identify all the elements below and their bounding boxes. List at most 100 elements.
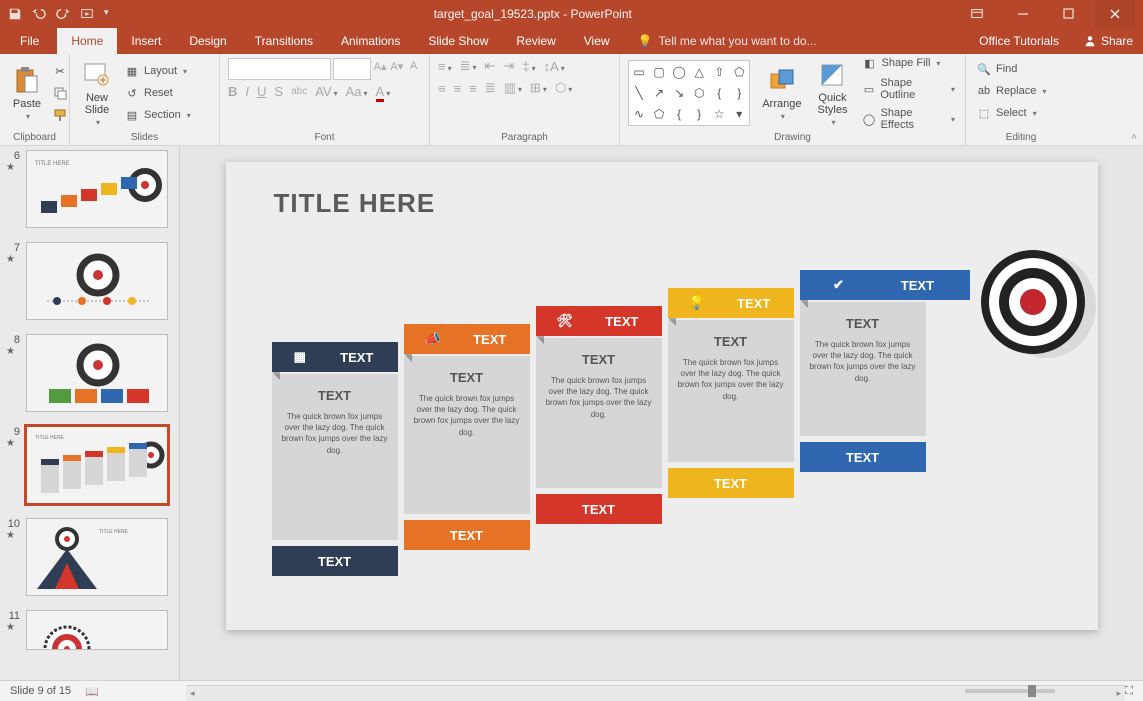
step-1-foot[interactable]: TEXT [272, 546, 398, 576]
tab-home[interactable]: Home [57, 28, 117, 54]
format-painter-icon[interactable] [52, 107, 68, 123]
smartart-button[interactable]: ⬡▾ [555, 80, 572, 96]
step-5[interactable]: ✔TEXT TEXTThe quick brown fox jumps over… [800, 270, 950, 472]
thumb-6[interactable]: 6★TITLE HERE [6, 150, 173, 228]
step-4-foot[interactable]: TEXT [668, 468, 794, 498]
shape-outline-icon: ▭ [861, 81, 876, 97]
char-spacing-button[interactable]: AV▾ [315, 84, 337, 99]
arrange-icon [767, 66, 797, 96]
shapes-gallery[interactable]: ▭▢◯△⇧⬠ ╲↗↘⬡{} ∿⬠{}☆▾ [628, 60, 750, 126]
change-case-button[interactable]: Aa▾ [346, 84, 368, 99]
shape-fill-button[interactable]: ◧Shape Fill▾ [859, 54, 957, 72]
tab-design[interactable]: Design [175, 28, 240, 54]
shape-fill-icon: ◧ [861, 55, 877, 71]
line-spacing-button[interactable]: ‡▾ [522, 59, 535, 74]
slide-title[interactable]: TITLE HERE [274, 188, 436, 219]
maximize-button[interactable] [1049, 0, 1089, 28]
align-right-button[interactable]: ≡ [469, 81, 477, 96]
increase-indent-button[interactable]: ⇥ [503, 58, 514, 74]
spellcheck-icon[interactable]: 📖 [85, 685, 99, 698]
columns-button[interactable]: ▥▾ [504, 80, 522, 96]
reset-button[interactable]: ↺Reset [122, 84, 193, 102]
collapse-ribbon-icon[interactable]: ˄ [1131, 132, 1137, 143]
text-direction-button[interactable]: ↕A▾ [544, 59, 565, 74]
shape-outline-button[interactable]: ▭Shape Outline▾ [859, 76, 957, 102]
step-2[interactable]: 📣TEXT TEXTThe quick brown fox jumps over… [404, 324, 530, 550]
replace-icon: ab [976, 83, 992, 99]
share-button[interactable]: Share [1073, 34, 1143, 48]
thumb-8[interactable]: 8★ [6, 334, 173, 412]
tab-insert[interactable]: Insert [117, 28, 175, 54]
strikethrough-button[interactable]: S [274, 84, 283, 99]
bullets-button[interactable]: ≡▾ [438, 59, 452, 74]
section-icon: ▤ [124, 107, 140, 123]
font-color-button[interactable]: A▾ [376, 84, 391, 99]
office-tutorials[interactable]: Office Tutorials [965, 28, 1073, 54]
slide-count[interactable]: Slide 9 of 15 [10, 685, 71, 697]
start-from-beginning-icon[interactable] [80, 7, 94, 21]
new-slide-button[interactable]: New Slide ▾ [78, 58, 116, 129]
bold-button[interactable]: B [228, 84, 237, 99]
step-1[interactable]: ▦TEXT TEXTThe quick brown fox jumps over… [272, 342, 398, 576]
font-size-combo[interactable] [333, 58, 371, 80]
step-2-foot[interactable]: TEXT [404, 520, 530, 550]
justify-button[interactable]: ≣ [485, 80, 496, 96]
redo-icon[interactable] [56, 7, 70, 21]
bulb-icon: 💡 [689, 295, 705, 311]
thumb-10[interactable]: 10★TITLE HERE [6, 518, 173, 596]
window-title: target_goal_19523.pptx - PowerPoint [109, 7, 957, 21]
copy-icon[interactable] [52, 85, 68, 101]
find-button[interactable]: 🔍Find [974, 60, 1068, 78]
tell-me[interactable]: 💡 Tell me what you want to do... [624, 28, 831, 54]
group-slides-label: Slides [70, 132, 219, 143]
zoom-slider[interactable] [965, 689, 1055, 693]
replace-button[interactable]: abReplace▾ [974, 82, 1068, 100]
step-3-foot[interactable]: TEXT [536, 494, 662, 524]
increase-font-icon[interactable]: A▴ [373, 58, 388, 74]
step-4[interactable]: 💡TEXT TEXTThe quick brown fox jumps over… [668, 288, 794, 498]
thumb-7[interactable]: 7★ [6, 242, 173, 320]
underline-button[interactable]: U [257, 84, 266, 99]
target-graphic[interactable] [968, 240, 1098, 370]
section-button[interactable]: ▤Section▾ [122, 106, 193, 124]
clear-formatting-icon[interactable]: A [406, 58, 421, 74]
tab-slideshow[interactable]: Slide Show [414, 28, 502, 54]
tab-view[interactable]: View [570, 28, 624, 54]
horizontal-scrollbar[interactable]: ◂ ▸ [186, 685, 1125, 701]
font-name-combo[interactable] [228, 58, 331, 80]
tab-file[interactable]: File [2, 28, 57, 54]
slide-canvas[interactable]: TITLE HERE ▦TEXT TEXTThe quick brown fox… [180, 146, 1143, 680]
tab-animations[interactable]: Animations [327, 28, 414, 54]
align-center-button[interactable]: ≡ [454, 81, 462, 96]
align-left-button[interactable]: ≡ [438, 81, 446, 96]
tab-review[interactable]: Review [502, 28, 569, 54]
numbering-button[interactable]: ≣▾ [460, 58, 477, 74]
thumb-9[interactable]: 9★TITLE HERE [6, 426, 173, 504]
cut-icon[interactable]: ✂ [52, 63, 68, 79]
calendar-icon: ▦ [294, 349, 306, 365]
undo-icon[interactable] [32, 7, 46, 21]
tab-transitions[interactable]: Transitions [241, 28, 327, 54]
quick-styles-button[interactable]: Quick Styles▾ [813, 58, 851, 129]
paste-button[interactable]: Paste ▾ [8, 64, 46, 123]
shadow-button[interactable]: abc [291, 86, 307, 97]
ribbon: Paste ▾ ✂ Clipboard New Slide ▾ ▦Layout▾… [0, 54, 1143, 146]
thumb-11[interactable]: 11★ [6, 610, 173, 650]
italic-button[interactable]: I [245, 84, 249, 99]
step-5-foot[interactable]: TEXT [800, 442, 926, 472]
decrease-font-icon[interactable]: A▾ [389, 58, 404, 74]
align-text-button[interactable]: ⊞▾ [530, 80, 547, 96]
group-drawing-label: Drawing [620, 132, 965, 143]
shape-effects-button[interactable]: ◯Shape Effects▾ [859, 106, 957, 132]
fit-to-window-icon[interactable]: ⛶ [1125, 685, 1133, 698]
close-button[interactable] [1095, 0, 1135, 28]
layout-button[interactable]: ▦Layout▾ [122, 62, 193, 80]
arrange-button[interactable]: Arrange▾ [758, 64, 805, 123]
save-icon[interactable] [8, 7, 22, 21]
ribbon-options-icon[interactable] [957, 0, 997, 28]
select-button[interactable]: ⬚Select▾ [974, 104, 1068, 122]
step-3[interactable]: 🛠TEXT TEXTThe quick brown fox jumps over… [536, 306, 662, 524]
svg-text:TITLE HERE: TITLE HERE [35, 435, 65, 441]
minimize-button[interactable] [1003, 0, 1043, 28]
decrease-indent-button[interactable]: ⇤ [485, 58, 496, 74]
